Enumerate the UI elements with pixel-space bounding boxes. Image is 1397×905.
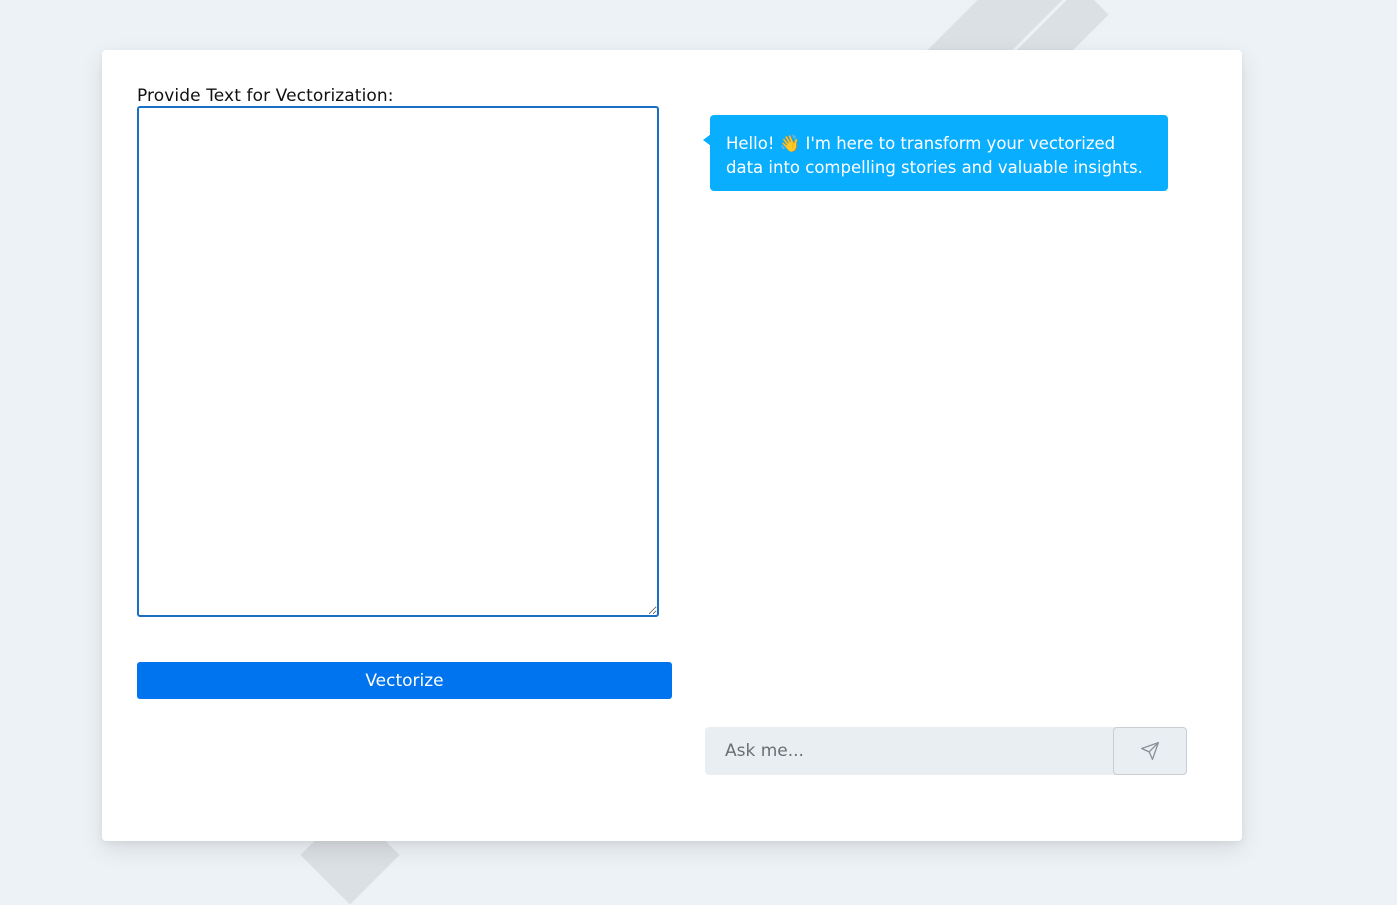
vectorize-text-input[interactable] <box>137 106 659 617</box>
vectorize-button[interactable]: Vectorize <box>137 662 672 699</box>
chat-input-bar <box>705 727 1187 775</box>
assistant-message-bubble: Hello! 👋 I'm here to transform your vect… <box>703 115 1168 191</box>
ask-input[interactable] <box>705 727 1117 775</box>
send-button[interactable] <box>1113 727 1187 775</box>
assistant-message-text: Hello! 👋 I'm here to transform your vect… <box>726 134 1143 177</box>
main-card: Provide Text for Vectorization: Vectoriz… <box>102 50 1242 841</box>
send-icon <box>1140 741 1160 761</box>
vectorize-text-label: Provide Text for Vectorization: <box>137 86 394 106</box>
bubble-tail <box>703 134 711 146</box>
